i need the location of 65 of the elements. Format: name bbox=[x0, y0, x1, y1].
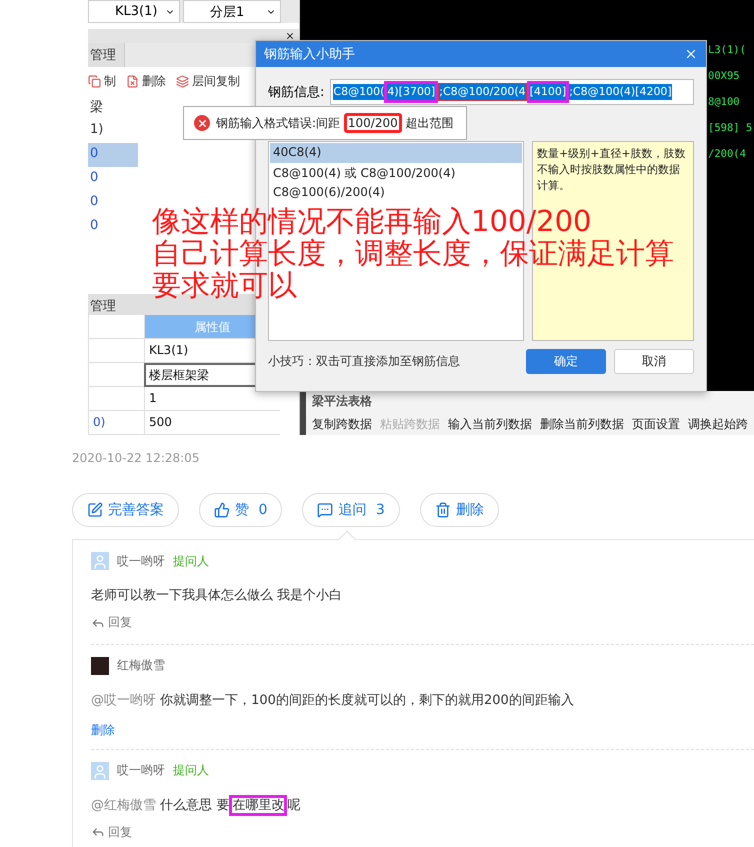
toolbar-button[interactable]: 调换起始跨 bbox=[688, 416, 748, 433]
comment-text: @哎一哟呀 你就调整一下，100的间距的长度就可以的，剩下的就用200的间距输入 bbox=[91, 692, 575, 708]
toolbar-icon bbox=[88, 74, 101, 88]
list-item[interactable]: 40C8(4) bbox=[270, 143, 522, 163]
annotation-text: 像这样的情况不能再输入100/200 bbox=[152, 205, 592, 237]
error-icon bbox=[194, 115, 210, 131]
table-cell[interactable]: 1 bbox=[144, 387, 280, 411]
drawing-label: L3(1)( bbox=[708, 44, 747, 56]
avatar bbox=[91, 762, 109, 780]
reply-link[interactable]: 回复 bbox=[91, 614, 132, 631]
action-button[interactable]: 追问 3 bbox=[302, 493, 400, 527]
role-label: 提问人 bbox=[173, 762, 209, 779]
reply-link[interactable]: 回复 bbox=[91, 824, 132, 840]
drawing-label: /200(4 bbox=[708, 148, 747, 160]
edit-icon bbox=[87, 502, 103, 518]
panel-tab[interactable]: 管理 bbox=[88, 43, 125, 67]
floor-dropdown[interactable]: KL3(1) bbox=[88, 0, 180, 23]
timestamp: 2020-10-22 12:28:05 bbox=[72, 451, 200, 465]
toolbar-button[interactable]: 输入当前列数据 bbox=[448, 416, 532, 433]
drawing-label: 8@100 bbox=[708, 96, 741, 108]
close-icon[interactable] bbox=[285, 31, 295, 41]
trash-icon bbox=[434, 502, 451, 518]
toolbar-icon bbox=[126, 74, 139, 88]
floor-dropdown[interactable]: 分层1 bbox=[183, 0, 281, 23]
confirm-button[interactable]: 确定 bbox=[526, 349, 606, 374]
table-cell bbox=[88, 315, 144, 339]
toolbar-button[interactable]: 删除当前列数据 bbox=[540, 416, 624, 433]
list-item[interactable]: C8@100(4) 或 C8@100/200(4) bbox=[270, 163, 522, 183]
table-cell bbox=[88, 339, 144, 363]
toolbar-button[interactable]: 复制跨数据 bbox=[312, 416, 372, 433]
comment-text: 老师可以教一下我具体怎么做么 我是个小白 bbox=[91, 587, 344, 604]
drawing-label: 00X95 bbox=[708, 70, 741, 82]
list-item[interactable]: C8@100(6)/200(4) bbox=[270, 183, 522, 203]
author-name[interactable]: 哎一哟呀 bbox=[117, 552, 165, 570]
drawing-label: [598] 5 bbox=[708, 122, 754, 134]
hint-text: 数量+级别+直径+肢数，肢数不输入时按肢数属性中的数据计算。 bbox=[537, 146, 687, 194]
toolbar-button[interactable]: 删除 bbox=[126, 72, 166, 90]
action-button[interactable]: 完善答案 bbox=[72, 493, 179, 527]
dialog-title: 钢筋输入小助手 bbox=[264, 46, 355, 63]
avatar bbox=[91, 656, 109, 674]
input-field[interactable]: C8@100( 4)[3700] ;C8@100/200(4 [4100] ;C8@100(4)[4200] bbox=[330, 79, 694, 105]
table-cell bbox=[88, 363, 144, 387]
table-cell bbox=[88, 387, 144, 411]
action-button[interactable]: 删除 bbox=[420, 493, 499, 527]
cancel-button[interactable]: 取消 bbox=[614, 349, 694, 374]
toolbar-icon bbox=[176, 74, 189, 88]
table-cell: 0) bbox=[88, 411, 144, 435]
toolbar-button[interactable]: 制 bbox=[88, 72, 116, 90]
toolbar-button[interactable]: 页面设置 bbox=[632, 416, 680, 433]
avatar bbox=[91, 552, 109, 570]
field-label: 钢筋信息: bbox=[268, 84, 324, 101]
action-button[interactable]: 赞 0 bbox=[199, 493, 282, 527]
author-name[interactable]: 哎一哟呀 bbox=[117, 762, 165, 779]
role-label: 提问人 bbox=[173, 552, 209, 570]
comment-icon bbox=[317, 502, 334, 518]
thumbs-up-icon bbox=[214, 502, 230, 518]
annotation-text: 自己计算长度，调整长度，保证满足计算 bbox=[152, 237, 674, 269]
list-item[interactable]: 0 bbox=[88, 143, 138, 167]
table-cell[interactable]: 500 bbox=[144, 411, 280, 435]
panel-title: 梁平法表格 bbox=[312, 393, 373, 410]
author-name[interactable]: 红梅傲雪 bbox=[117, 657, 165, 674]
toolbar-button[interactable]: 层间复制 bbox=[176, 72, 240, 90]
delete-link[interactable]: 删除 bbox=[91, 722, 115, 738]
comment-text: @红梅傲雪 什么意思 要 在哪里改 呢 bbox=[91, 790, 754, 814]
error-message: 钢筋输入格式错误:间距 100/200 超出范围 bbox=[216, 114, 454, 132]
